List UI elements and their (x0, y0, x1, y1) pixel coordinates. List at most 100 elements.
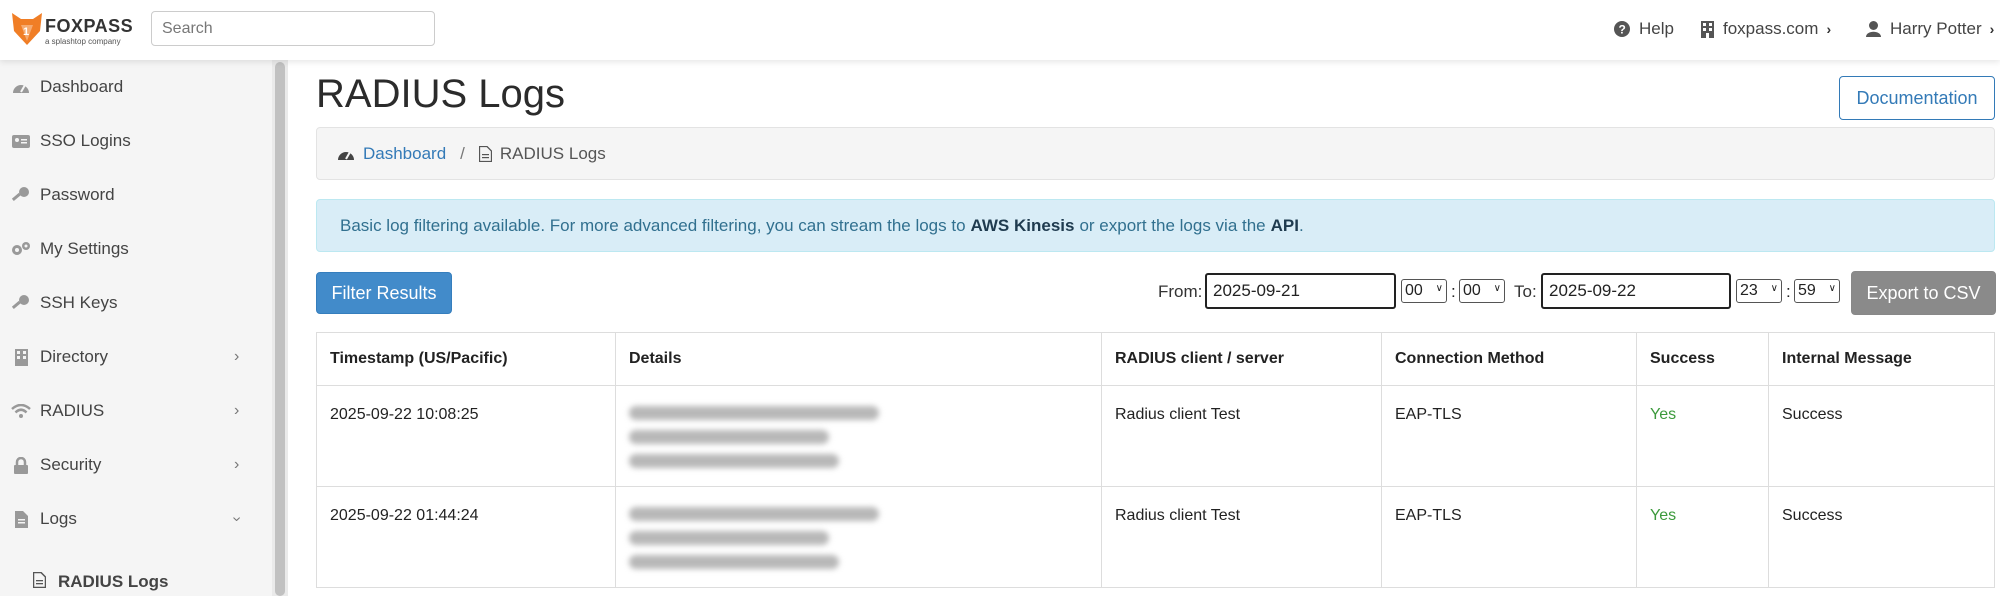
column-header: Connection Method (1381, 332, 1637, 386)
to-minute-select[interactable]: 59 ∨ (1794, 279, 1840, 303)
org-menu[interactable]: foxpass.com › (1701, 17, 1831, 41)
redacted-text (629, 555, 839, 569)
lock-icon (11, 456, 31, 474)
sidebar-item-directory[interactable]: Directory › (0, 330, 272, 384)
from-hour-select[interactable]: 00 ∨ (1401, 279, 1447, 303)
breadcrumb: Dashboard / RADIUS Logs (316, 127, 1995, 180)
redacted-text (629, 531, 829, 545)
chevron-down-icon: ∨ (1770, 283, 1778, 294)
breadcrumb-current: RADIUS Logs (499, 143, 606, 163)
fox-logo-icon: 1 (12, 13, 42, 45)
sidebar-item-ssh-keys[interactable]: SSH Keys (0, 276, 272, 330)
from-label: From: (1158, 282, 1203, 301)
question-circle-icon: ? (1614, 21, 1630, 37)
column-header: RADIUS client / server (1101, 332, 1382, 386)
alert-text-pre: Basic log filtering available. For more … (340, 215, 966, 235)
sidebar-item-label: My Settings (40, 239, 129, 258)
chevron-down-icon: ∨ (1435, 283, 1443, 294)
cell-details-redacted (615, 486, 1102, 588)
documentation-button[interactable]: Documentation (1839, 76, 1995, 120)
filter-results-button[interactable]: Filter Results (316, 272, 452, 314)
sidebar-item-dashboard[interactable]: Dashboard (0, 60, 272, 114)
gears-icon (11, 241, 31, 257)
radius-logs-table: Timestamp (US/Pacific) Details RADIUS cl… (316, 332, 1995, 588)
help-link[interactable]: ? Help (1614, 17, 1674, 41)
page-title: RADIUS Logs (316, 72, 565, 116)
alert-aws-kinesis: AWS Kinesis (970, 215, 1075, 235)
to-date-input[interactable] (1541, 273, 1731, 309)
file-text-icon (32, 571, 47, 593)
to-label: To: (1514, 282, 1537, 301)
cell-timestamp: 2025-09-22 10:08:25 (316, 385, 616, 487)
brand-subtitle: a splashtop company (45, 37, 121, 46)
key-icon (11, 295, 31, 311)
sidebar-scrollbar-thumb[interactable] (275, 62, 285, 596)
chevron-right-icon: › (234, 456, 240, 473)
sidebar-item-label: RADIUS (40, 401, 105, 420)
from-date-input[interactable] (1205, 273, 1396, 309)
sidebar-item-label: Logs (40, 509, 77, 528)
export-csv-button[interactable]: Export to CSV (1851, 271, 1996, 315)
cell-method: EAP-TLS (1381, 385, 1637, 487)
column-header: Details (615, 332, 1102, 386)
org-label: foxpass.com (1723, 19, 1819, 38)
cell-client: Radius client Test (1101, 486, 1382, 588)
column-header: Success (1636, 332, 1769, 386)
sidebar-item-password[interactable]: Password (0, 168, 272, 222)
chevron-right-icon: › (234, 348, 240, 365)
from-minute-select[interactable]: 00 ∨ (1459, 279, 1505, 303)
sidebar-item-label: SSH Keys (40, 293, 118, 312)
cell-timestamp: 2025-09-22 01:44:24 (316, 486, 616, 588)
file-text-icon (478, 145, 492, 162)
breadcrumb-dashboard-link[interactable]: Dashboard (363, 144, 446, 164)
key-icon (11, 187, 31, 203)
sidebar-item-label: Dashboard (40, 77, 124, 96)
building-icon (1701, 20, 1714, 38)
alert-api: API (1270, 215, 1299, 235)
sidebar-item-my-settings[interactable]: My Settings (0, 222, 272, 276)
search-input[interactable] (151, 11, 435, 46)
sidebar-item-label: Password (40, 185, 115, 204)
dashboard-icon (338, 151, 354, 160)
redacted-text (629, 430, 829, 444)
cell-client: Radius client Test (1101, 385, 1382, 487)
sidebar-item-security[interactable]: Security › (0, 438, 272, 492)
sidebar-item-sso-logins[interactable]: SSO Logins (0, 114, 272, 168)
building-icon (11, 348, 31, 366)
svg-text:?: ? (1619, 23, 1626, 37)
to-hour-select[interactable]: 23 ∨ (1736, 279, 1782, 303)
sidebar-subitem-label: RADIUS Logs (58, 572, 169, 591)
chevron-down-icon: ∨ (1493, 283, 1501, 294)
alert-text-post: . (1298, 215, 1304, 235)
user-label: Harry Potter (1890, 19, 1982, 38)
redacted-text (629, 507, 879, 521)
sidebar-item-label: Security (40, 455, 102, 474)
top-navbar: 1 FOXPASS a splashtop company ? Help fox… (0, 0, 2000, 60)
redacted-text (629, 406, 879, 420)
column-header: Internal Message (1768, 332, 1995, 386)
sidebar-subitem-radius-logs[interactable]: RADIUS Logs (0, 562, 272, 596)
user-icon (1866, 21, 1881, 37)
help-label: Help (1639, 19, 1674, 38)
foxpass-logo[interactable]: 1 FOXPASS a splashtop company (12, 10, 136, 50)
chevron-right-icon: › (1989, 21, 1995, 37)
cell-message: Success (1768, 385, 1995, 487)
alert-text-mid: or export the logs via the (1079, 215, 1266, 235)
cell-method: EAP-TLS (1381, 486, 1637, 588)
breadcrumb-separator: / (460, 143, 465, 163)
table-header-row: Timestamp (US/Pacific) Details RADIUS cl… (316, 332, 1995, 386)
wifi-icon (11, 404, 31, 418)
sidebar-item-logs[interactable]: Logs › (0, 492, 272, 546)
svg-text:1: 1 (23, 26, 29, 38)
user-menu[interactable]: Harry Potter › (1866, 17, 1994, 41)
table-row: 2025-09-22 10:08:25 Radius client Test E… (316, 385, 1995, 487)
brand-name: FOXPASS (45, 16, 134, 36)
cell-message: Success (1768, 486, 1995, 588)
id-card-icon (11, 134, 31, 148)
to-time-colon: : (1786, 282, 1791, 301)
chevron-down-icon: › (228, 516, 246, 522)
sidebar-item-radius[interactable]: RADIUS › (0, 384, 272, 438)
file-icon (11, 510, 31, 528)
chevron-down-icon: ∨ (1828, 283, 1836, 294)
redacted-text (629, 454, 839, 468)
